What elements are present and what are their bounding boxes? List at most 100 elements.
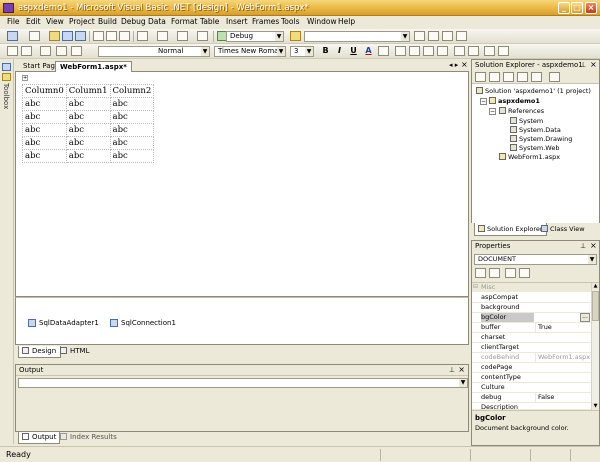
scroll-down-icon[interactable]: ▼ bbox=[592, 403, 599, 410]
menu-tools[interactable]: Tools bbox=[281, 17, 299, 26]
toolbox-strip[interactable]: Toolbox bbox=[0, 59, 14, 444]
cell[interactable]: abc bbox=[65, 149, 111, 163]
refresh-icon[interactable] bbox=[503, 72, 514, 82]
close-button[interactable]: × bbox=[585, 2, 597, 14]
menu-help[interactable]: Help bbox=[338, 17, 355, 26]
output-text-area[interactable] bbox=[17, 390, 468, 431]
minimize-button[interactable]: _ bbox=[558, 2, 570, 14]
find-combo[interactable]: ▼ bbox=[304, 31, 410, 42]
font-color-button[interactable]: A bbox=[363, 46, 374, 55]
tree-references[interactable]: References bbox=[499, 107, 544, 115]
open-icon[interactable] bbox=[49, 31, 60, 41]
toolbox-label[interactable]: Toolbox bbox=[2, 83, 10, 109]
cell[interactable]: abc bbox=[65, 110, 111, 124]
property-row[interactable]: Culture bbox=[472, 383, 599, 393]
menu-build[interactable]: Build bbox=[98, 17, 117, 26]
scroll-thumb[interactable] bbox=[592, 291, 599, 321]
ellipsis-button[interactable]: ... bbox=[580, 313, 590, 322]
properties-icon[interactable] bbox=[531, 72, 542, 82]
save-icon[interactable] bbox=[62, 31, 73, 41]
properties-view-icon[interactable] bbox=[505, 268, 516, 278]
solution-explorer-icon[interactable] bbox=[414, 31, 425, 41]
tab-scroll-icon[interactable]: ◂ ▸ bbox=[449, 61, 458, 69]
tree-webform1[interactable]: WebForm1.aspx bbox=[499, 153, 560, 161]
collapse-icon[interactable]: − bbox=[480, 98, 487, 105]
tab-output[interactable]: Output bbox=[18, 432, 61, 444]
redo-icon[interactable] bbox=[157, 31, 168, 41]
property-row[interactable]: contentType bbox=[472, 373, 599, 383]
find-icon[interactable] bbox=[290, 31, 301, 41]
cell[interactable]: abc bbox=[22, 110, 67, 124]
solution-config-combo[interactable]: Debug ▼ bbox=[226, 31, 284, 42]
server-explorer-icon[interactable] bbox=[2, 63, 11, 71]
header-cell[interactable]: Column0 bbox=[22, 84, 67, 98]
menu-data[interactable]: Data bbox=[148, 17, 166, 26]
view-code-icon[interactable] bbox=[475, 72, 486, 82]
cell[interactable]: abc bbox=[109, 136, 155, 150]
underline-button[interactable]: U bbox=[348, 46, 359, 55]
property-row-selected[interactable]: bgColor... bbox=[472, 313, 599, 323]
menu-debug[interactable]: Debug bbox=[121, 17, 146, 26]
close-output-icon[interactable]: × bbox=[458, 365, 465, 375]
bold-button[interactable]: B bbox=[320, 46, 331, 55]
undo-icon[interactable] bbox=[137, 31, 148, 41]
property-grid-scrollbar[interactable]: ▲ ▼ bbox=[591, 283, 599, 410]
property-row[interactable]: codePage bbox=[472, 363, 599, 373]
collapse-icon[interactable]: − bbox=[489, 108, 496, 115]
app-icon[interactable] bbox=[3, 3, 14, 13]
tree-ref-system-web[interactable]: System.Web bbox=[510, 144, 559, 152]
cell[interactable]: abc bbox=[65, 97, 111, 111]
align-center-icon[interactable] bbox=[409, 46, 420, 56]
menu-edit[interactable]: Edit bbox=[26, 17, 41, 26]
add-item-icon[interactable] bbox=[29, 31, 40, 41]
font-name-combo[interactable]: Times New Roman ▼ bbox=[214, 46, 286, 57]
menu-insert[interactable]: Insert bbox=[226, 17, 248, 26]
property-row[interactable]: clientTarget bbox=[472, 343, 599, 353]
properties-icon[interactable] bbox=[428, 31, 439, 41]
header-cell[interactable]: Column1 bbox=[65, 84, 111, 98]
categorized-icon[interactable] bbox=[475, 268, 486, 278]
table-icon[interactable] bbox=[56, 46, 67, 56]
pin-icon[interactable]: ⊥ bbox=[580, 241, 586, 251]
copy-project-icon[interactable] bbox=[549, 72, 560, 82]
tab-design[interactable]: Design bbox=[18, 346, 62, 358]
block-format-combo[interactable]: Normal ▼ bbox=[98, 46, 210, 57]
tree-project[interactable]: aspxdemo1 bbox=[489, 97, 540, 105]
grid-icon[interactable] bbox=[7, 46, 18, 56]
toolbox-icon[interactable] bbox=[442, 31, 453, 41]
property-row[interactable]: Description bbox=[472, 403, 599, 411]
cell[interactable]: abc bbox=[22, 97, 67, 111]
table-glyph-icon[interactable]: + bbox=[22, 75, 28, 81]
alphabetical-icon[interactable] bbox=[489, 268, 500, 278]
copy-icon[interactable] bbox=[106, 31, 117, 41]
tree-ref-system-drawing[interactable]: System.Drawing bbox=[510, 135, 572, 143]
close-doc-icon[interactable]: × bbox=[461, 60, 468, 69]
close-se-icon[interactable]: × bbox=[590, 60, 597, 70]
paste-icon[interactable] bbox=[119, 31, 130, 41]
cell[interactable]: abc bbox=[109, 123, 155, 137]
toolbox-icon[interactable] bbox=[2, 73, 11, 81]
cell[interactable]: abc bbox=[22, 149, 67, 163]
cell[interactable]: abc bbox=[65, 136, 111, 150]
property-pages-icon[interactable] bbox=[519, 268, 530, 278]
snap-icon[interactable] bbox=[21, 46, 32, 56]
menu-window[interactable]: Window bbox=[307, 17, 337, 26]
indent-icon[interactable] bbox=[498, 46, 509, 56]
highlight-icon[interactable] bbox=[378, 46, 389, 56]
tree-ref-system-data[interactable]: System.Data bbox=[510, 126, 561, 134]
collapse-icon[interactable]: ⊟ bbox=[473, 283, 478, 291]
cell[interactable]: abc bbox=[109, 110, 155, 124]
navigate-back-icon[interactable] bbox=[177, 31, 188, 41]
bullet-list-icon[interactable] bbox=[468, 46, 479, 56]
sqlconnection-item[interactable]: SqlConnection1 bbox=[110, 319, 176, 327]
sqldataadapter-item[interactable]: SqlDataAdapter1 bbox=[28, 319, 99, 327]
design-surface[interactable]: + Column0 Column1 Column2 abc abc abc abc a… bbox=[15, 72, 469, 297]
cell[interactable]: abc bbox=[22, 136, 67, 150]
tab-html[interactable]: HTML bbox=[57, 346, 93, 358]
property-row[interactable]: aspCompat bbox=[472, 293, 599, 303]
datagrid[interactable]: Column0 Column1 Column2 abc abc abc abc abc… bbox=[22, 84, 155, 163]
category-misc[interactable]: ⊟ Misc bbox=[472, 283, 591, 292]
menu-view[interactable]: View bbox=[46, 17, 64, 26]
tree-solution[interactable]: Solution 'aspxdemo1' (1 project) bbox=[476, 87, 591, 95]
header-cell[interactable]: Column2 bbox=[109, 84, 155, 98]
